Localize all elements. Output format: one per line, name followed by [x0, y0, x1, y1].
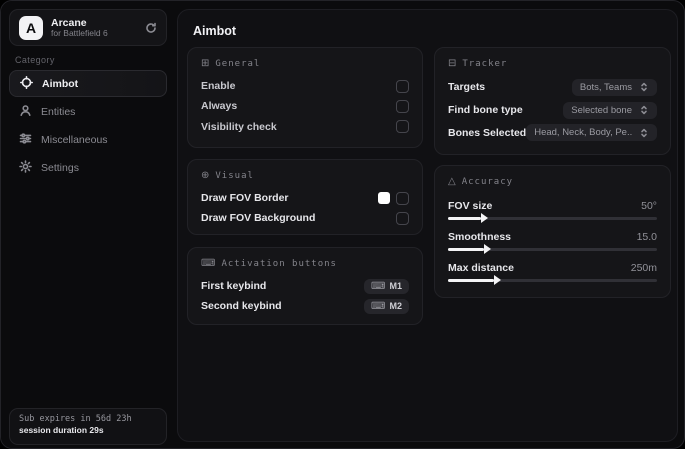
main-panel: Aimbot ⊞ General Enable Always Visibilit… — [177, 9, 678, 442]
visual-card-title: Visual — [215, 170, 254, 181]
app-logo: A — [19, 15, 43, 40]
activation-card-title: Activation buttons — [221, 258, 337, 269]
second-keybind-value: M2 — [389, 301, 402, 311]
keyboard-icon: ⌨ — [371, 280, 386, 292]
tracker-icon: ⊟ — [448, 58, 457, 69]
bones-selected-select[interactable]: Head, Neck, Body, Pe.. — [526, 124, 658, 142]
max-distance-value: 250m — [630, 261, 657, 274]
page-title: Aimbot — [193, 24, 237, 38]
slider-thumb[interactable] — [483, 244, 491, 254]
targets-select[interactable]: Bots, Teams — [571, 78, 657, 96]
refresh-icon[interactable] — [145, 22, 157, 34]
smoothness-value: 15.0 — [636, 230, 657, 243]
sidebar-item-aimbot[interactable]: Aimbot — [9, 70, 167, 97]
fov-size-slider-group: FOV size 50° — [448, 194, 657, 225]
max-distance-slider-group: Max distance 250m — [448, 256, 657, 287]
sidebar-item-label: Settings — [41, 161, 79, 174]
find-bone-type-row: Find bone type Selected bone — [448, 99, 657, 122]
sliders-icon — [19, 132, 32, 148]
keyboard-icon: ⌨ — [201, 258, 216, 269]
bones-selected-row: Bones Selected Head, Neck, Body, Pe.. — [448, 121, 658, 144]
fov-size-value: 50° — [641, 199, 657, 212]
draw-fov-background-row: Draw FOV Background — [201, 208, 409, 228]
draw-fov-background-checkbox[interactable] — [396, 211, 409, 225]
draw-fov-border-checkbox[interactable] — [396, 191, 409, 205]
draw-fov-border-row: Draw FOV Border — [201, 188, 409, 208]
second-keybind-button[interactable]: ⌨ M2 — [364, 298, 409, 314]
accuracy-card: △ Accuracy FOV size 50° Smoothness 15.0 — [434, 165, 671, 298]
visual-icon: ⊕ — [201, 170, 210, 181]
first-keybind-button[interactable]: ⌨ M1 — [364, 278, 409, 294]
expand-icon — [641, 128, 648, 137]
accuracy-card-title: Accuracy — [461, 176, 514, 187]
sub-expiry-text: Sub expires in 56d 23h — [19, 414, 132, 424]
find-bone-type-select[interactable]: Selected bone — [563, 101, 657, 119]
second-keybind-row: Second keybind ⌨ M2 — [201, 296, 409, 316]
session-duration-text: session duration 29s — [19, 425, 104, 436]
slider-thumb[interactable] — [493, 275, 501, 285]
sidebar-item-settings[interactable]: Settings — [9, 154, 167, 181]
app-subtitle: for Battlefield 6 — [51, 27, 108, 38]
visibility-check-checkbox[interactable] — [396, 120, 409, 134]
sidebar-nav: Aimbot Entities Miscellaneous Settings — [9, 70, 167, 182]
bones-selected-value: Head, Neck, Body, Pe.. — [534, 127, 633, 139]
targets-row: Targets Bots, Teams — [448, 76, 657, 99]
general-card-title: General — [215, 58, 261, 69]
enable-checkbox[interactable] — [396, 79, 409, 93]
expand-icon — [641, 105, 647, 115]
sidebar-item-miscellaneous[interactable]: Miscellaneous — [9, 126, 167, 153]
tracker-card-title: Tracker — [462, 58, 508, 69]
smoothness-slider-group: Smoothness 15.0 — [448, 225, 657, 256]
smoothness-slider[interactable] — [448, 244, 657, 254]
sidebar-item-entities[interactable]: Entities — [9, 98, 167, 125]
activation-buttons-card: ⌨ Activation buttons First keybind ⌨ M1 … — [187, 247, 423, 325]
logo-card: A Arcane for Battlefield 6 — [9, 9, 167, 46]
entities-icon — [19, 104, 32, 120]
triangle-icon: △ — [448, 176, 456, 187]
category-label: Category — [15, 55, 55, 65]
app-window: A Arcane for Battlefield 6 Category Aimb… — [0, 0, 685, 449]
enable-row: Enable — [201, 76, 409, 96]
targets-value: Bots, Teams — [579, 81, 632, 93]
always-row: Always — [201, 96, 409, 116]
sidebar-item-label: Miscellaneous — [41, 133, 108, 146]
expand-icon — [641, 83, 647, 92]
grid-icon: ⊞ — [201, 58, 210, 69]
find-bone-type-value: Selected bone — [571, 104, 632, 116]
subscription-card: Sub expires in 56d 23h session duration … — [9, 408, 167, 445]
slider-thumb[interactable] — [481, 213, 489, 223]
cursor-mark — [672, 1, 684, 5]
always-checkbox[interactable] — [396, 99, 409, 113]
sidebar: A Arcane for Battlefield 6 Category Aimb… — [1, 1, 175, 448]
gear-icon — [19, 159, 32, 176]
max-distance-slider[interactable] — [448, 275, 657, 285]
crosshair-icon — [20, 75, 33, 92]
fov-size-slider[interactable] — [448, 213, 657, 223]
general-card: ⊞ General Enable Always Visibility check — [187, 47, 423, 148]
visibility-check-row: Visibility check — [201, 117, 409, 137]
sidebar-item-label: Aimbot — [42, 77, 79, 90]
sidebar-item-label: Entities — [41, 105, 76, 118]
keyboard-icon: ⌨ — [371, 300, 386, 312]
fov-border-color-swatch[interactable] — [378, 192, 390, 204]
first-keybind-row: First keybind ⌨ M1 — [201, 276, 409, 296]
tracker-card: ⊟ Tracker Targets Bots, Teams Find bone … — [434, 47, 671, 155]
visual-card: ⊕ Visual Draw FOV Border Draw FOV Backgr… — [187, 159, 423, 235]
app-name: Arcane — [51, 16, 87, 29]
first-keybind-value: M1 — [389, 281, 402, 291]
